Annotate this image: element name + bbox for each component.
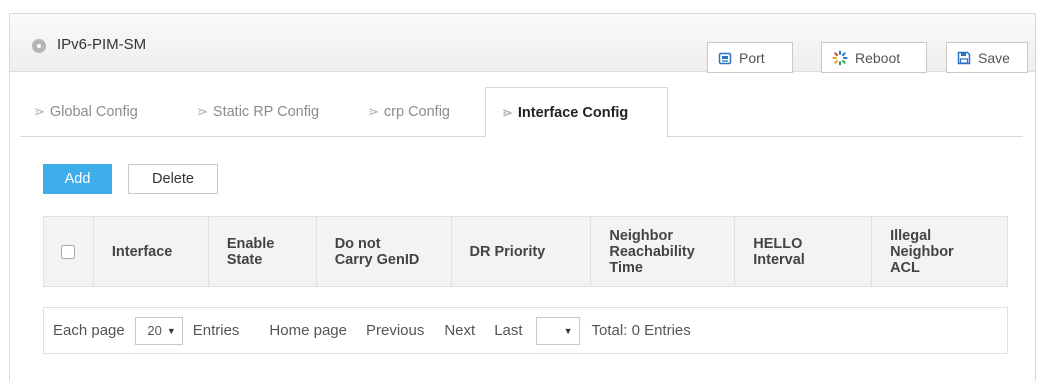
pagination-bar: Each page 20 ▼ Entries Home page Previous… bbox=[43, 307, 1008, 354]
tab-label: crp Config bbox=[383, 104, 450, 120]
tab-label: Global Config bbox=[49, 104, 138, 120]
total-entries-label: Total: 0 Entries bbox=[591, 322, 691, 339]
table-header-row: Interface Enable State Do not Carry GenID … bbox=[43, 216, 1008, 287]
interface-table: Interface Enable State Do not Carry GenID … bbox=[43, 216, 1008, 287]
port-icon bbox=[718, 52, 732, 64]
next-link[interactable]: Next bbox=[444, 322, 475, 339]
panel-title: IPv6-PIM-SM bbox=[57, 36, 147, 53]
home-page-link[interactable]: Home page bbox=[269, 322, 347, 339]
page-size-value: 20 bbox=[147, 323, 162, 338]
save-button[interactable]: Save bbox=[946, 42, 1028, 73]
col-illegal-neighbor-acl[interactable]: Illegal Neighbor ACL bbox=[871, 216, 1008, 287]
select-all-cell bbox=[43, 216, 94, 287]
reboot-spinner-icon bbox=[832, 50, 848, 65]
panel-header: IPv6-PIM-SM Port Reboot Save bbox=[10, 14, 1035, 73]
last-link[interactable]: Last bbox=[494, 322, 522, 339]
chevron-right-icon: ⋗ bbox=[34, 104, 45, 119]
col-neighbor-reachability-time[interactable]: Neighbor Reachability Time bbox=[590, 216, 736, 287]
tab-label: Static RP Config bbox=[212, 104, 320, 120]
chevron-right-icon: ⋗ bbox=[502, 104, 513, 120]
dropdown-arrow-icon: ▼ bbox=[166, 325, 176, 336]
dropdown-arrow-icon: ▼ bbox=[563, 325, 573, 336]
page-size-select[interactable]: 20 ▼ bbox=[134, 316, 183, 345]
each-page-label: Each page bbox=[53, 322, 125, 339]
page-number-select[interactable]: ▼ bbox=[535, 316, 580, 345]
delete-button[interactable]: Delete bbox=[128, 164, 218, 194]
tab-bar: ⋗ Global Config ⋗ Static RP Config ⋗ crp… bbox=[20, 87, 1023, 138]
floppy-disk-icon bbox=[957, 51, 971, 64]
select-all-checkbox[interactable] bbox=[61, 244, 76, 259]
save-button-label: Save bbox=[978, 49, 1010, 66]
tab-interface-config[interactable]: ⋗ Interface Config bbox=[485, 87, 668, 138]
col-hello-interval[interactable]: HELLO Interval bbox=[734, 216, 873, 287]
port-button[interactable]: Port bbox=[707, 42, 793, 73]
location-pin-icon bbox=[32, 39, 46, 53]
tab-static-rp-config[interactable]: ⋗ Static RP Config bbox=[197, 87, 319, 137]
tab-crp-config[interactable]: ⋗ crp Config bbox=[368, 87, 450, 137]
col-interface[interactable]: Interface bbox=[92, 216, 209, 287]
col-enable-state[interactable]: Enable State bbox=[207, 216, 317, 287]
port-button-label: Port bbox=[739, 49, 765, 66]
add-button[interactable]: Add bbox=[43, 164, 112, 194]
reboot-button[interactable]: Reboot bbox=[821, 42, 927, 73]
tab-global-config[interactable]: ⋗ Global Config bbox=[34, 87, 138, 137]
tab-label: Interface Config bbox=[517, 104, 629, 121]
chevron-right-icon: ⋗ bbox=[368, 104, 379, 119]
previous-link[interactable]: Previous bbox=[366, 322, 424, 339]
reboot-button-label: Reboot bbox=[855, 49, 901, 66]
col-do-not-carry-genid[interactable]: Do not Carry GenID bbox=[315, 216, 452, 287]
entries-label: Entries bbox=[192, 322, 240, 339]
chevron-right-icon: ⋗ bbox=[197, 104, 208, 119]
col-dr-priority[interactable]: DR Priority bbox=[450, 216, 592, 287]
